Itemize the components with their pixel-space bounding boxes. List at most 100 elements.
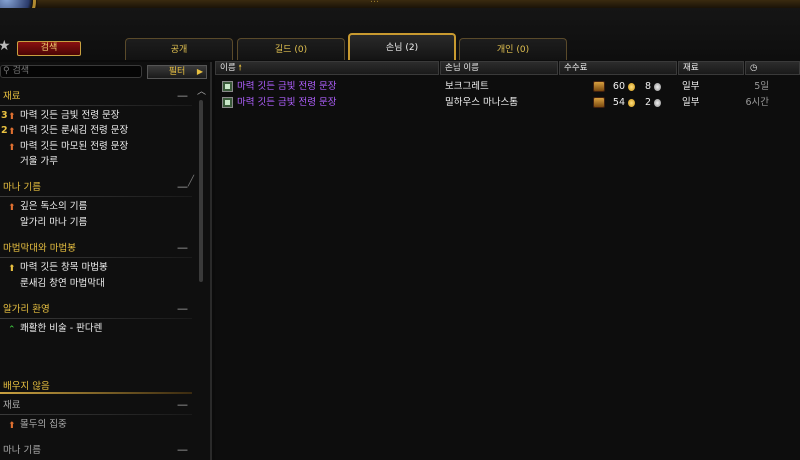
recipe-item[interactable]: 거울 가루 — [0, 155, 192, 169]
collapse-icon[interactable]: — — [177, 301, 188, 316]
order-reagents: 일부 — [682, 81, 700, 92]
order-time-left: 6시간 — [745, 97, 769, 108]
recipe-item[interactable]: ⌃ 쾌활한 비술 - 판다렌 — [0, 322, 192, 336]
skillup-orange-icon: ⬆ — [8, 421, 16, 431]
skillup-orange-icon: ⬆ — [8, 143, 16, 153]
item-icon — [222, 81, 233, 92]
recipe-search-input[interactable]: ⚲ 검색 — [0, 65, 142, 78]
skillup-orange-icon: ⬆ — [8, 112, 16, 122]
collapse-icon[interactable]: — — [177, 88, 188, 103]
skillup-orange-icon: ⬆ — [8, 203, 16, 213]
category-divider — [0, 414, 192, 415]
commission-silver: 8 — [644, 81, 651, 92]
recipe-item[interactable]: 3 ⬆ 마력 깃든 금빛 전령 문장 — [0, 109, 192, 123]
order-reagents: 일부 — [682, 97, 700, 108]
item-icon — [222, 97, 233, 108]
filter-label: 필터 — [168, 67, 186, 77]
category-divider — [0, 105, 192, 106]
recipe-item[interactable]: 룬새김 창연 마법막대 — [0, 277, 192, 291]
unlearned-section-title: 배우지 않음 — [3, 381, 50, 392]
category-label: 마법막대와 마법봉 — [3, 243, 76, 254]
collapse-icon[interactable]: — — [177, 397, 188, 412]
recipe-label: 마력 깃든 창목 마법봉 — [20, 262, 108, 273]
chevron-right-icon: ▶ — [196, 67, 203, 76]
window-title: … — [370, 0, 379, 5]
recipe-label: 마력 깃든 금빛 전령 문장 — [20, 110, 120, 121]
chest-icon — [593, 97, 605, 108]
collapse-icon[interactable]: — — [177, 240, 188, 255]
category-divider — [0, 257, 192, 258]
silver-coin-icon — [654, 99, 661, 107]
recipe-label: 룬새김 창연 마법막대 — [20, 278, 105, 289]
collapse-icon[interactable]: — — [177, 442, 188, 457]
tab-personal[interactable]: 개인 (0) — [459, 38, 567, 60]
recipe-item[interactable]: ⬆ 깊은 독소의 기름 — [0, 200, 192, 214]
commission-gold: 54 — [612, 97, 625, 108]
decorative-mark: ╱ — [188, 176, 195, 187]
clock-icon: ◷ — [750, 63, 758, 73]
category-label: 마나 기름 — [3, 445, 41, 456]
recipe-label: 알가리 마나 기름 — [20, 217, 88, 228]
scroll-up-icon[interactable]: ︿ — [197, 84, 206, 97]
order-customer: 보크그레트 — [445, 81, 489, 92]
category-header-wands[interactable]: 마법막대와 마법봉 — — [0, 241, 192, 256]
order-item-name: 마력 깃든 금빛 전령 문장 — [237, 97, 337, 108]
recipe-rank: 3 — [1, 110, 8, 121]
column-label: 이름 — [220, 63, 236, 73]
gold-coin-icon — [628, 99, 635, 107]
search-icon: ⚲ — [3, 66, 10, 76]
skillup-yellow-icon: ⬆ — [8, 264, 16, 274]
recipe-item[interactable]: ⬆ 마력 깃든 창목 마법봉 — [0, 261, 192, 275]
unlearned-divider — [0, 392, 192, 394]
recipe-list-scrollbar[interactable]: ︿ — [197, 84, 206, 452]
category-header-illusions[interactable]: 알가리 환영 — — [0, 302, 192, 317]
recipe-rank: 2 — [1, 125, 8, 136]
search-button[interactable]: 검색 — [17, 41, 81, 56]
tab-public[interactable]: 공개 — [125, 38, 233, 60]
category-header-unlearned-reagents[interactable]: 재료 — — [0, 398, 192, 413]
tab-guild[interactable]: 길드 (0) — [237, 38, 345, 60]
column-header-time[interactable]: ◷ — [745, 61, 800, 75]
tab-customer[interactable]: 손님 (2) — [348, 33, 456, 60]
recipe-label: 마력 깃든 마모된 전령 문장 — [20, 141, 129, 152]
category-header-unlearned-mana-oil[interactable]: 마나 기름 — — [0, 443, 192, 458]
column-header-customer[interactable]: 손님 이름 — [440, 61, 558, 75]
table-row[interactable]: 마력 깃든 금빛 전령 문장 보크그레트 60 8 일부 5일 — [219, 80, 800, 94]
commission-gold: 60 — [612, 81, 625, 92]
chest-icon — [593, 81, 605, 92]
recipe-item[interactable]: 2 ⬆ 마력 깃든 룬새김 전령 문장 — [0, 124, 192, 138]
collapse-icon[interactable]: — — [177, 179, 188, 194]
category-label: 재료 — [3, 400, 21, 411]
recipe-label: 쾌활한 비술 - 판다렌 — [20, 323, 103, 334]
column-header-commission[interactable]: 수수료 — [559, 61, 677, 75]
recipe-label: 마력 깃든 룬새김 전령 문장 — [20, 125, 129, 136]
category-header-reagents[interactable]: 재료 — — [0, 89, 192, 104]
column-header-name[interactable]: 이름 🠕 — [215, 61, 439, 75]
category-header-mana-oil[interactable]: 마나 기름 — — [0, 180, 192, 195]
skillup-orange-icon: ⬆ — [8, 127, 16, 137]
favorite-star-icon[interactable]: ★ — [0, 38, 11, 54]
recipe-label: 몰두의 집중 — [20, 419, 67, 430]
category-label: 마나 기름 — [3, 182, 41, 193]
order-customer: 밀하우스 마나스톰 — [445, 97, 518, 108]
skillup-green-icon: ⌃ — [8, 325, 16, 335]
recipe-item[interactable]: 알가리 마나 기름 — [0, 216, 192, 230]
filter-button[interactable]: 필터 ▶ — [147, 65, 207, 79]
category-label: 재료 — [3, 91, 21, 102]
recipe-label: 거울 가루 — [20, 156, 58, 167]
orders-table — [215, 60, 800, 460]
table-row[interactable]: 마력 깃든 금빛 전령 문장 밀하우스 마나스톰 54 2 일부 6시간 — [219, 96, 800, 110]
category-divider — [0, 318, 192, 319]
scroll-thumb[interactable] — [199, 100, 203, 282]
gold-coin-icon — [628, 83, 635, 91]
order-time-left: 5일 — [754, 81, 769, 92]
search-placeholder: 검색 — [12, 66, 30, 76]
order-item-name: 마력 깃든 금빛 전령 문장 — [237, 81, 337, 92]
category-divider — [0, 196, 192, 197]
sort-asc-icon: 🠕 — [238, 63, 242, 72]
recipe-label: 깊은 독소의 기름 — [20, 201, 88, 212]
column-header-reagents[interactable]: 재료 — [678, 61, 744, 75]
recipe-item[interactable]: ⬆ 몰두의 집중 — [0, 418, 192, 432]
commission-silver: 2 — [644, 97, 651, 108]
recipe-item[interactable]: ⬆ 마력 깃든 마모된 전령 문장 — [0, 140, 192, 154]
